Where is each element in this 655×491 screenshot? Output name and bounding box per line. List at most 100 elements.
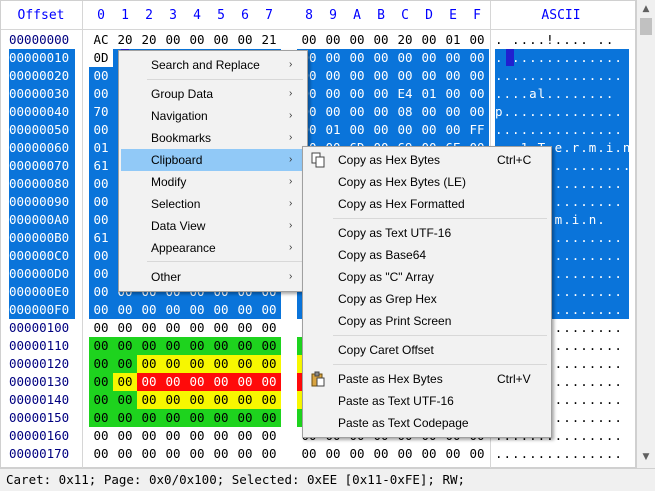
- hex-byte-cell[interactable]: 00: [465, 445, 489, 463]
- hex-byte-cell[interactable]: 00: [113, 427, 137, 445]
- hex-byte-cell[interactable]: 00: [233, 319, 257, 337]
- hex-byte-cell[interactable]: 00: [185, 337, 209, 355]
- hex-byte-cell[interactable]: 61: [89, 229, 113, 247]
- hex-byte-cell[interactable]: 00: [113, 355, 137, 373]
- hex-byte-cell[interactable]: 00: [113, 409, 137, 427]
- hex-byte-cell[interactable]: 01: [89, 139, 113, 157]
- hex-byte-cell[interactable]: 00: [233, 427, 257, 445]
- hex-byte-cell[interactable]: 00: [297, 445, 321, 463]
- hex-byte-cell[interactable]: 00: [89, 85, 113, 103]
- hex-byte-cell[interactable]: 00: [185, 319, 209, 337]
- menu-item-copy-caret-offset[interactable]: Copy Caret Offset: [305, 339, 547, 361]
- hex-byte-cell[interactable]: 00: [185, 373, 209, 391]
- hex-byte-cell[interactable]: AC: [89, 31, 113, 49]
- hex-byte-cell[interactable]: 00: [209, 355, 233, 373]
- hex-byte-cell[interactable]: 00: [137, 319, 161, 337]
- hex-byte-cell[interactable]: 00: [257, 373, 281, 391]
- ascii-cell[interactable]: ...............: [495, 67, 629, 85]
- hex-byte-cell[interactable]: 00: [257, 427, 281, 445]
- hex-byte-cell[interactable]: 00: [161, 445, 185, 463]
- hex-byte-cell[interactable]: 00: [441, 67, 465, 85]
- hex-byte-cell[interactable]: 00: [345, 85, 369, 103]
- hex-byte-cell[interactable]: 00: [233, 337, 257, 355]
- hex-byte-cell[interactable]: 00: [89, 391, 113, 409]
- hex-byte-cell[interactable]: 00: [137, 337, 161, 355]
- hex-byte-cell[interactable]: 20: [137, 31, 161, 49]
- hex-byte-cell[interactable]: 00: [209, 337, 233, 355]
- scroll-thumb[interactable]: [640, 18, 652, 35]
- hex-byte-cell[interactable]: 00: [369, 31, 393, 49]
- hex-byte-cell[interactable]: 70: [89, 103, 113, 121]
- hex-byte-cell[interactable]: 00: [369, 121, 393, 139]
- hex-byte-cell[interactable]: 00: [89, 355, 113, 373]
- hex-byte-cell[interactable]: 00: [441, 103, 465, 121]
- hex-byte-cell[interactable]: 00: [321, 103, 345, 121]
- hex-byte-cell[interactable]: 00: [441, 85, 465, 103]
- hex-byte-cell[interactable]: 00: [345, 121, 369, 139]
- menu-item-paste-as-text-codepage[interactable]: Paste as Text Codepage: [305, 412, 547, 434]
- hex-byte-cell[interactable]: 00: [369, 85, 393, 103]
- hex-byte-cell[interactable]: 00: [89, 175, 113, 193]
- hex-byte-cell[interactable]: 00: [257, 391, 281, 409]
- hex-byte-cell[interactable]: 00: [209, 391, 233, 409]
- hex-byte-cell[interactable]: 00: [345, 103, 369, 121]
- menu-item-bookmarks[interactable]: Bookmarks ›: [121, 127, 303, 149]
- menu-item-copy-as-hex-bytes-le[interactable]: Copy as Hex Bytes (LE): [305, 171, 547, 193]
- hex-byte-cell[interactable]: 00: [321, 67, 345, 85]
- menu-item-copy-as-base64[interactable]: Copy as Base64: [305, 244, 547, 266]
- hex-byte-cell[interactable]: 00: [185, 31, 209, 49]
- menu-item-copy-as-grep-hex[interactable]: Copy as Grep Hex: [305, 288, 547, 310]
- hex-byte-cell[interactable]: 00: [89, 373, 113, 391]
- menu-item-other[interactable]: Other ›: [121, 266, 303, 288]
- hex-byte-cell[interactable]: 00: [161, 31, 185, 49]
- hex-byte-cell[interactable]: 00: [89, 193, 113, 211]
- hex-byte-cell[interactable]: 00: [417, 103, 441, 121]
- hex-byte-cell[interactable]: 00: [209, 409, 233, 427]
- hex-byte-cell[interactable]: 0D: [89, 49, 113, 67]
- hex-byte-cell[interactable]: 00: [233, 301, 257, 319]
- hex-byte-cell[interactable]: 00: [209, 301, 233, 319]
- hex-byte-cell[interactable]: 00: [417, 445, 441, 463]
- hex-byte-cell[interactable]: 00: [417, 49, 441, 67]
- hex-byte-cell[interactable]: 00: [257, 337, 281, 355]
- ascii-cell[interactable]: ...............: [495, 445, 629, 463]
- hex-byte-cell[interactable]: 00: [345, 67, 369, 85]
- menu-item-paste-as-text-utf-16[interactable]: Paste as Text UTF-16: [305, 390, 547, 412]
- hex-byte-cell[interactable]: 00: [233, 391, 257, 409]
- hex-byte-cell[interactable]: 00: [185, 427, 209, 445]
- hex-byte-cell[interactable]: 00: [465, 67, 489, 85]
- hex-byte-cell[interactable]: FF: [465, 121, 489, 139]
- hex-byte-cell[interactable]: 00: [441, 49, 465, 67]
- hex-byte-cell[interactable]: 00: [257, 319, 281, 337]
- hex-byte-cell[interactable]: 00: [185, 355, 209, 373]
- hex-byte-cell[interactable]: 00: [137, 445, 161, 463]
- hex-byte-cell[interactable]: 00: [89, 337, 113, 355]
- ascii-cell[interactable]: ...............: [495, 49, 629, 67]
- hex-byte-cell[interactable]: 20: [393, 31, 417, 49]
- hex-byte-cell[interactable]: 00: [345, 445, 369, 463]
- scroll-down-arrow-icon[interactable]: ▼: [639, 452, 653, 464]
- hex-byte-cell[interactable]: 00: [137, 391, 161, 409]
- hex-byte-cell[interactable]: 00: [209, 31, 233, 49]
- hex-byte-cell[interactable]: 00: [113, 391, 137, 409]
- hex-byte-cell[interactable]: 00: [417, 31, 441, 49]
- hex-byte-cell[interactable]: 00: [89, 427, 113, 445]
- hex-byte-cell[interactable]: 00: [113, 301, 137, 319]
- scroll-up-arrow-icon[interactable]: ▲: [639, 4, 653, 16]
- hex-byte-cell[interactable]: 00: [369, 49, 393, 67]
- menu-item-appearance[interactable]: Appearance ›: [121, 237, 303, 259]
- menu-item-paste-as-hex-bytes[interactable]: Paste as Hex Bytes Ctrl+V: [305, 368, 547, 390]
- menu-item-modify[interactable]: Modify ›: [121, 171, 303, 193]
- hex-byte-cell[interactable]: 00: [161, 319, 185, 337]
- hex-byte-cell[interactable]: 00: [89, 319, 113, 337]
- menu-item-copy-as-print-screen[interactable]: Copy as Print Screen: [305, 310, 547, 332]
- hex-byte-cell[interactable]: 00: [161, 337, 185, 355]
- hex-byte-cell[interactable]: 00: [161, 355, 185, 373]
- ascii-cell[interactable]: ...............: [495, 121, 629, 139]
- hex-byte-cell[interactable]: 00: [257, 355, 281, 373]
- hex-byte-cell[interactable]: 00: [393, 67, 417, 85]
- hex-byte-cell[interactable]: 00: [441, 121, 465, 139]
- hex-byte-cell[interactable]: 00: [257, 445, 281, 463]
- hex-byte-cell[interactable]: 00: [209, 427, 233, 445]
- hex-byte-cell[interactable]: 00: [185, 409, 209, 427]
